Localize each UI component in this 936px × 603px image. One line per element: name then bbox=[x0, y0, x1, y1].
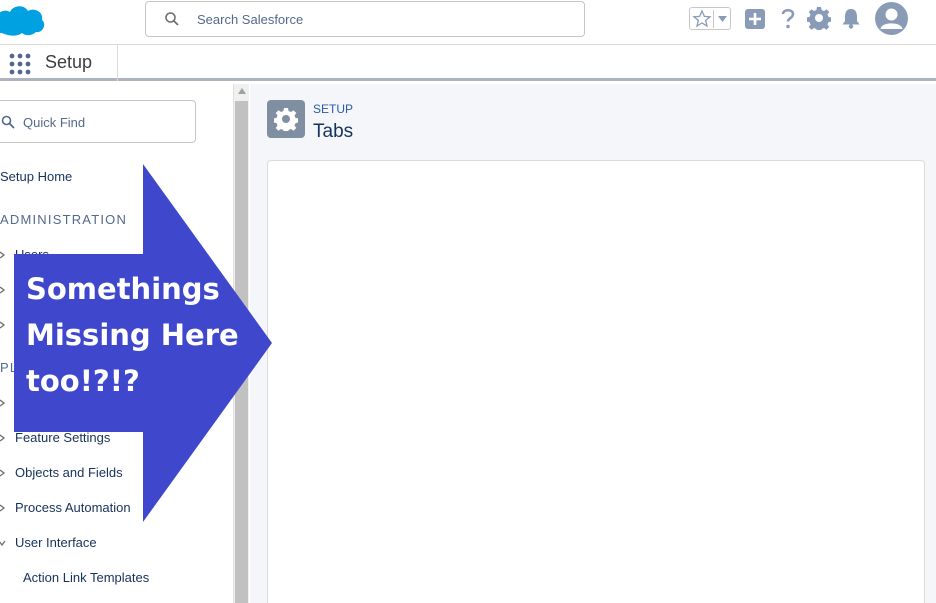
global-search-input[interactable]: Search Salesforce bbox=[145, 1, 585, 37]
quick-find-input[interactable]: Quick Find bbox=[0, 100, 196, 143]
app-launcher-icon[interactable] bbox=[9, 53, 31, 75]
cloud-logo-icon[interactable] bbox=[0, 3, 46, 37]
sidebar-item-action-link-templates[interactable]: Action Link Templates bbox=[23, 570, 149, 585]
setup-page-icon bbox=[267, 100, 305, 138]
search-icon bbox=[165, 12, 179, 26]
search-placeholder: Search Salesforce bbox=[197, 12, 304, 27]
user-icon bbox=[880, 8, 903, 29]
help-icon[interactable] bbox=[776, 6, 800, 30]
main-content: SETUP Tabs bbox=[250, 84, 936, 603]
app-title: Setup bbox=[45, 52, 93, 72]
user-avatar[interactable] bbox=[875, 2, 908, 35]
global-header: Search Salesforce bbox=[0, 0, 936, 45]
sidebar-item-user-interface[interactable]: User Interface bbox=[15, 535, 97, 550]
plus-icon[interactable] bbox=[743, 6, 767, 30]
breadcrumb[interactable]: SETUP bbox=[313, 102, 353, 116]
chevron-down-icon[interactable] bbox=[0, 539, 6, 547]
setup-bar: Setup bbox=[0, 45, 936, 81]
annotation-line: Somethings bbox=[26, 272, 220, 306]
star-icon[interactable] bbox=[692, 9, 712, 29]
chevron-right-icon[interactable] bbox=[0, 504, 6, 512]
chevron-right-icon[interactable] bbox=[0, 434, 6, 442]
chevron-right-icon[interactable] bbox=[0, 251, 6, 259]
gear-icon bbox=[274, 108, 298, 131]
chevron-right-icon[interactable] bbox=[0, 286, 6, 294]
annotation-text: Somethings Missing Here too!?!? bbox=[26, 266, 256, 404]
content-card bbox=[267, 160, 925, 603]
chevron-right-icon[interactable] bbox=[0, 321, 6, 329]
page-title: Tabs bbox=[313, 121, 354, 142]
gear-icon[interactable] bbox=[807, 6, 831, 30]
annotation-line: Missing Here bbox=[26, 318, 239, 352]
chevron-down-icon[interactable] bbox=[717, 14, 728, 24]
scroll-up-arrow-icon[interactable] bbox=[238, 88, 246, 94]
favorites-button[interactable] bbox=[689, 7, 731, 30]
search-icon bbox=[1, 115, 15, 129]
quick-find-placeholder: Quick Find bbox=[23, 115, 86, 130]
setup-bar-divider bbox=[117, 45, 118, 81]
annotation-line: too!?!? bbox=[26, 364, 140, 398]
chevron-right-icon[interactable] bbox=[0, 399, 6, 407]
favorites-divider bbox=[713, 10, 714, 28]
chevron-right-icon[interactable] bbox=[0, 469, 6, 477]
bell-icon[interactable] bbox=[839, 6, 863, 30]
